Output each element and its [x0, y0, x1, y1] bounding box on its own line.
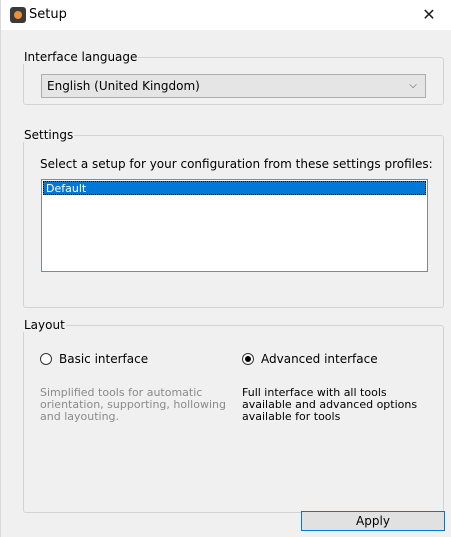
settings-prompt: Select a setup for your configuration fr… — [40, 157, 433, 171]
settings-legend: Settings — [24, 128, 74, 142]
language-dropdown[interactable]: English (United Kingdom) ⌵ — [41, 74, 426, 98]
title-bar: Setup ✕ — [1, 0, 451, 30]
layout-group: Layout Basic interface Advanced interfac… — [23, 318, 444, 513]
window-title: Setup — [29, 7, 67, 22]
setup-window: Setup ✕ Interface language English (Unit… — [0, 0, 451, 537]
chevron-down-icon: ⌵ — [409, 80, 417, 91]
interface-language-group: Interface language English (United Kingd… — [23, 50, 444, 105]
basic-interface-description: Simplified tools for automatic orientati… — [40, 386, 226, 423]
advanced-interface-description: Full interface with all tools available … — [242, 386, 418, 423]
settings-group: Settings Select a setup for your configu… — [23, 128, 444, 308]
basic-interface-label[interactable]: Basic interface — [59, 352, 148, 366]
settings-profiles-list[interactable]: Default — [41, 179, 428, 272]
apply-button[interactable]: Apply — [301, 511, 445, 531]
interface-language-legend: Interface language — [24, 50, 138, 64]
radio-button-checked[interactable] — [242, 353, 254, 365]
radio-button-unchecked[interactable] — [40, 353, 52, 365]
close-button[interactable]: ✕ — [406, 0, 451, 30]
language-selected-value: English (United Kingdom) — [47, 79, 200, 93]
advanced-interface-label[interactable]: Advanced interface — [261, 352, 378, 366]
layout-legend: Layout — [24, 318, 65, 332]
app-icon — [10, 7, 26, 23]
list-item-default[interactable]: Default — [43, 181, 426, 195]
